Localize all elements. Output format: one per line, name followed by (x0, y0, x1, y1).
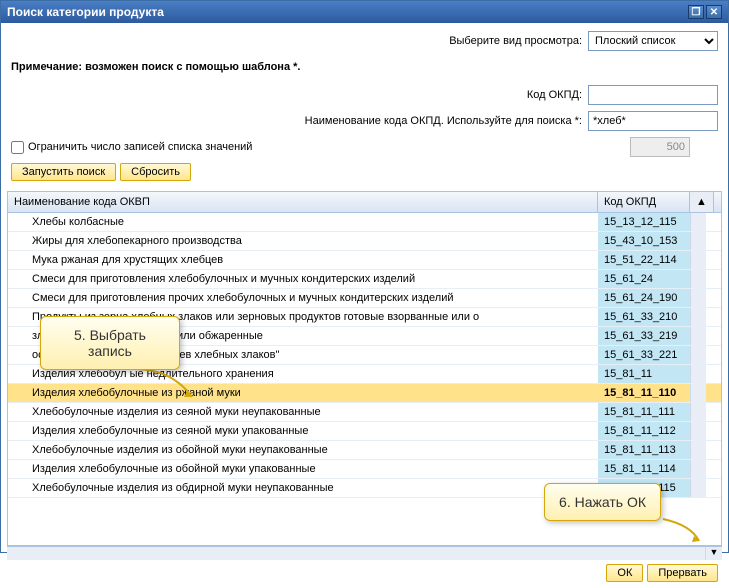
grid-footer: ▼ (7, 546, 722, 560)
cell-code: 15_61_33_219 (598, 327, 690, 345)
cell-code: 15_81_11 (598, 365, 690, 383)
grid-header: Наименование кода ОКВП Код ОКПД ▲ (8, 192, 721, 213)
cell-code: 15_61_33_210 (598, 308, 690, 326)
reset-button[interactable]: Сбросить (120, 163, 191, 181)
scroll-gutter (690, 289, 706, 307)
cell-name: Смеси для приготовления хлебобулочных и … (8, 270, 598, 288)
scroll-gutter (690, 403, 706, 421)
callout-select-record: 5. Выбрать запись (40, 316, 180, 370)
cell-code: 15_61_24 (598, 270, 690, 288)
view-select-row: Выберите вид просмотра: Плоский список (11, 31, 718, 51)
scroll-up-icon[interactable]: ▲ (690, 192, 714, 212)
cell-name: Изделия хлебобулочные из обойной муки уп… (8, 460, 598, 478)
limit-input (630, 137, 690, 157)
scroll-gutter (690, 365, 706, 383)
cell-code: 15_81_11_111 (598, 403, 690, 421)
button-row: Запустить поиск Сбросить (11, 163, 718, 181)
table-row[interactable]: Изделия хлебобулочные из сеяной муки упа… (8, 422, 721, 441)
scroll-gutter (690, 232, 706, 250)
table-row[interactable]: Хлебы колбасные15_13_12_115 (8, 213, 721, 232)
cell-code: 15_61_33_221 (598, 346, 690, 364)
search-name-input[interactable] (588, 111, 718, 131)
cell-name: Хлебы колбасные (8, 213, 598, 231)
scroll-gutter (690, 327, 706, 345)
limit-checkbox[interactable] (11, 141, 24, 154)
code-label: Код ОКПД: (527, 89, 582, 101)
scroll-down-icon[interactable]: ▼ (706, 547, 722, 560)
view-select[interactable]: Плоский список (588, 31, 718, 51)
callout-arrow-2 (661, 517, 703, 545)
cell-code: 15_43_10_153 (598, 232, 690, 250)
search-button[interactable]: Запустить поиск (11, 163, 116, 181)
cell-name: Мука ржаная для хрустящих хлебцев (8, 251, 598, 269)
limit-row: Ограничить число записей списка значений (11, 137, 718, 157)
scroll-gutter (690, 251, 706, 269)
table-row[interactable]: Изделия хлебобулочные из обойной муки уп… (8, 460, 721, 479)
cell-code: 15_13_12_115 (598, 213, 690, 231)
scroll-gutter (690, 308, 706, 326)
cell-name: Хлебобулочные изделия из сеяной муки неу… (8, 403, 598, 421)
dialog-window: Поиск категории продукта ❐ ✕ Выберите ви… (0, 0, 729, 553)
limit-label: Ограничить число записей списка значений (28, 141, 252, 153)
cancel-button[interactable]: Прервать (647, 564, 718, 582)
cell-name: Хлебобулочные изделия из обдирной муки н… (8, 479, 598, 497)
cell-name: Изделия хлебобулочные из ржаной муки (8, 384, 598, 402)
cell-code: 15_81_11_110 (598, 384, 690, 402)
scroll-gutter (690, 422, 706, 440)
content-area: Выберите вид просмотра: Плоский список П… (1, 23, 728, 191)
table-row[interactable]: Хлебобулочные изделия из обойной муки не… (8, 441, 721, 460)
cell-name: Жиры для хлебопекарного производства (8, 232, 598, 250)
callout-press-ok: 6. Нажать ОК (544, 483, 661, 521)
scroll-gutter (690, 460, 706, 478)
code-input[interactable] (588, 85, 718, 105)
cell-code: 15_81_11_113 (598, 441, 690, 459)
cell-name: Смеси для приготовления прочих хлебобуло… (8, 289, 598, 307)
table-row[interactable]: Смеси для приготовления прочих хлебобуло… (8, 289, 721, 308)
cell-code: 15_51_22_114 (598, 251, 690, 269)
hscroll-track[interactable] (7, 547, 706, 560)
scroll-gutter (690, 479, 706, 497)
view-select-label: Выберите вид просмотра: (449, 35, 582, 47)
dialog-footer: ОК Прервать (1, 560, 728, 588)
titlebar: Поиск категории продукта ❐ ✕ (1, 1, 728, 23)
code-row: Код ОКПД: (11, 85, 718, 105)
table-row[interactable]: Изделия хлебобулочные из ржаной муки15_8… (8, 384, 721, 403)
close-icon[interactable]: ✕ (706, 5, 722, 19)
col-header-code[interactable]: Код ОКПД (598, 192, 690, 212)
scroll-gutter (690, 270, 706, 288)
cell-name: Изделия хлебобулочные из сеяной муки упа… (8, 422, 598, 440)
table-row[interactable]: Жиры для хлебопекарного производства15_4… (8, 232, 721, 251)
search-note: Примечание: возможен поиск с помощью шаб… (11, 61, 718, 73)
table-row[interactable]: Смеси для приготовления хлебобулочных и … (8, 270, 721, 289)
scroll-gutter (690, 346, 706, 364)
name-row: Наименование кода ОКПД. Используйте для … (11, 111, 718, 131)
cell-code: 15_81_11_112 (598, 422, 690, 440)
ok-button[interactable]: ОК (606, 564, 643, 582)
titlebar-buttons: ❐ ✕ (688, 5, 722, 19)
scroll-gutter (690, 384, 706, 402)
maximize-icon[interactable]: ❐ (688, 5, 704, 19)
table-row[interactable]: Хлебобулочные изделия из сеяной муки неу… (8, 403, 721, 422)
table-row[interactable]: Мука ржаная для хрустящих хлебцев15_51_2… (8, 251, 721, 270)
cell-code: 15_81_11_114 (598, 460, 690, 478)
name-label: Наименование кода ОКПД. Используйте для … (305, 115, 582, 127)
window-title: Поиск категории продукта (7, 5, 164, 19)
cell-name: Хлебобулочные изделия из обойной муки не… (8, 441, 598, 459)
scroll-gutter (690, 441, 706, 459)
scroll-gutter (690, 213, 706, 231)
callout-arrow-1 (132, 367, 202, 401)
col-header-name[interactable]: Наименование кода ОКВП (8, 192, 598, 212)
cell-code: 15_61_24_190 (598, 289, 690, 307)
